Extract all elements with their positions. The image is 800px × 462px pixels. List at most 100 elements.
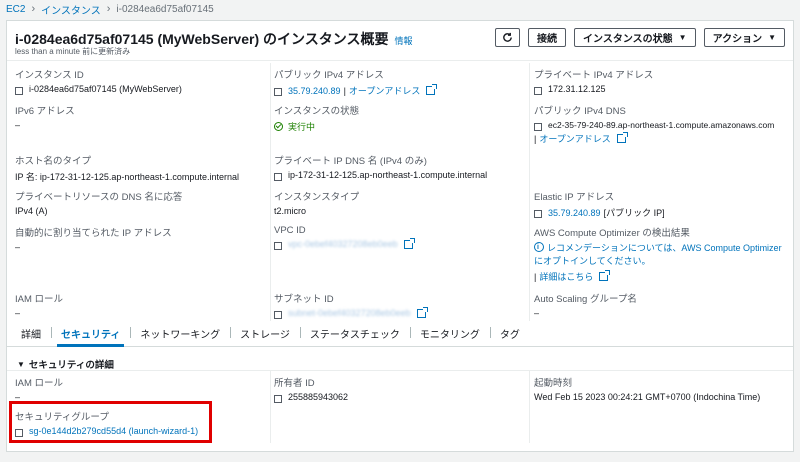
field-instance-id: インスタンス ID i-0284ea6d75af07145 (MyWebServ…	[15, 67, 182, 95]
copy-icon[interactable]	[274, 239, 284, 250]
page-title-text: i-0284ea6d75af07145 (MyWebServer) のインスタン…	[15, 31, 389, 47]
caret-down-icon: ▼	[17, 359, 25, 369]
field-value: | オープンアドレス	[534, 132, 789, 145]
field-label: ホスト名のタイプ	[15, 156, 92, 167]
subnet-id-link[interactable]: subnet-0ebef40327208eb0eeb	[288, 308, 411, 318]
private-ip-value: 172.31.12.125	[548, 84, 606, 94]
tab-networking[interactable]: ネットワーキング	[130, 326, 230, 346]
iam-role-value: –	[15, 308, 21, 318]
field-auto-ip: 自動的に割り当てられた IP アドレス –	[15, 225, 172, 252]
open-address-link[interactable]: オープンアドレス	[349, 84, 420, 97]
breadcrumb-current: i-0284ea6d75af07145	[116, 3, 214, 15]
open-address-link[interactable]: オープンアドレス	[539, 132, 610, 145]
pipe-separator: |	[534, 133, 537, 144]
field-label: プライベート IPv4 アドレス	[534, 70, 654, 81]
external-link-icon	[599, 270, 611, 281]
public-dns-value: ec2-35-79-240-89.ap-northeast-1.compute.…	[548, 120, 775, 130]
elastic-ip-suffix: [パブリック IP]	[603, 208, 665, 218]
annotation-highlight-box	[9, 401, 212, 443]
column-divider	[270, 63, 271, 321]
external-link-icon	[403, 237, 415, 249]
copy-icon[interactable]	[534, 84, 544, 95]
field-label: プライベートリソースの DNS 名に応答	[15, 192, 183, 203]
field-label: IPv6 アドレス	[15, 106, 75, 117]
field-value: ip-172-31-12-125.ap-northeast-1.compute.…	[274, 170, 487, 181]
copy-icon[interactable]	[534, 120, 544, 131]
copy-icon[interactable]	[274, 308, 284, 319]
copy-icon[interactable]	[274, 86, 284, 96]
breadcrumb-instances[interactable]: インスタンス	[41, 2, 101, 17]
field-private-dns-name: プライベート IP DNS 名 (IPv4 のみ) ip-172-31-12-1…	[274, 153, 487, 181]
copy-icon[interactable]	[274, 170, 284, 181]
vpc-id-link[interactable]: vpc-0ebef40327208eb0eeb	[288, 239, 398, 249]
field-value: 実行中	[274, 120, 359, 133]
refresh-button[interactable]	[495, 28, 521, 47]
info-circle-icon	[534, 241, 544, 254]
external-link-icon	[426, 84, 438, 95]
field-compute-optimizer: AWS Compute Optimizer の検出結果 レコメンデーションについ…	[534, 225, 789, 283]
field-label: Auto Scaling グループ名	[534, 294, 637, 305]
field-instance-state: インスタンスの状態 実行中	[274, 103, 359, 133]
divider	[7, 370, 793, 371]
instance-state-value: 実行中	[288, 122, 316, 132]
field-label: プライベート IP DNS 名 (IPv4 のみ)	[274, 156, 427, 167]
breadcrumb-ec2[interactable]: EC2	[6, 4, 25, 15]
copy-icon[interactable]	[534, 208, 544, 218]
field-label: 自動的に割り当てられた IP アドレス	[15, 228, 172, 239]
launch-time-value: Wed Feb 15 2023 00:24:21 GMT+0700 (Indoc…	[534, 392, 761, 402]
header-actions: 接続 インスタンスの状態 ▼ アクション ▼	[495, 28, 785, 47]
field-label: サブネット ID	[274, 294, 334, 305]
asg-value: –	[534, 308, 540, 318]
tab-status-checks[interactable]: ステータスチェック	[299, 326, 410, 346]
check-circle-icon	[274, 122, 283, 131]
ipv6-value: –	[15, 120, 21, 130]
tab-security[interactable]: セキュリティ	[51, 326, 130, 347]
copy-icon[interactable]	[274, 392, 284, 403]
caret-down-icon: ▼	[678, 33, 687, 42]
field-iam-role: IAM ロール –	[15, 291, 63, 318]
pipe-separator: |	[534, 271, 537, 282]
tab-monitoring[interactable]: モニタリング	[409, 326, 490, 346]
tab-tags[interactable]: タグ	[489, 326, 530, 346]
tab-details[interactable]: 詳細	[11, 326, 51, 346]
field-subnet-id: サブネット ID subnet-0ebef40327208eb0eeb	[274, 291, 428, 319]
elastic-ip-link[interactable]: 35.79.240.89	[548, 208, 601, 218]
field-value: 172.31.12.125	[534, 84, 653, 95]
field-value: i-0284ea6d75af07145 (MyWebServer)	[15, 84, 182, 95]
column-divider	[270, 371, 271, 443]
actions-dropdown[interactable]: アクション ▼	[703, 28, 785, 47]
optimizer-opt-in-link[interactable]: レコメンデーションについては、AWS Compute Optimizer にオプ…	[534, 243, 782, 266]
field-launch-time: 起動時刻 Wed Feb 15 2023 00:24:21 GMT+0700 (…	[534, 375, 760, 402]
field-label: 所有者 ID	[274, 378, 315, 389]
field-public-dns: パブリック IPv4 DNS ec2-35-79-240-89.ap-north…	[534, 103, 789, 145]
field-public-ip: パブリック IPv4 アドレス 35.79.240.89 | オープンアドレス	[274, 67, 438, 97]
security-details-toggle[interactable]: ▼ セキュリティの詳細	[17, 357, 114, 372]
connect-label: 接続	[537, 34, 558, 45]
info-link[interactable]: 情報	[394, 36, 412, 46]
field-private-ip: プライベート IPv4 アドレス 172.31.12.125	[534, 67, 654, 95]
panel-header: i-0284ea6d75af07145 (MyWebServer) のインスタン…	[7, 21, 793, 61]
last-updated: less than a minute 前に更新済み	[15, 47, 131, 56]
field-resource-dns: プライベートリソースの DNS 名に応答 IPv4 (A)	[15, 189, 182, 216]
copy-icon[interactable]	[15, 84, 25, 95]
owner-id-value: 255885943062	[288, 392, 349, 402]
field-value: 255885943062	[274, 392, 349, 403]
instance-summary-panel: i-0284ea6d75af07145 (MyWebServer) のインスタン…	[6, 20, 794, 452]
field-label: インスタンスの状態	[274, 106, 360, 117]
resource-dns-value: IPv4 (A)	[15, 206, 48, 216]
field-label: インスタンスタイプ	[274, 192, 360, 203]
tab-storage[interactable]: ストレージ	[230, 326, 300, 346]
learn-more-link[interactable]: 詳細はこちら	[539, 270, 593, 283]
field-security-iam-role: IAM ロール –	[15, 375, 63, 402]
field-vpc-id: VPC ID vpc-0ebef40327208eb0eeb	[274, 225, 415, 250]
connect-button[interactable]: 接続	[528, 28, 567, 47]
instance-state-label: インスタンスの状態	[583, 34, 673, 45]
field-label: AWS Compute Optimizer の検出結果	[534, 228, 690, 239]
section-title: セキュリティの詳細	[28, 360, 114, 371]
instance-state-dropdown[interactable]: インスタンスの状態 ▼	[574, 28, 696, 47]
field-label: IAM ロール	[15, 294, 64, 305]
breadcrumb: EC2 › インスタンス › i-0284ea6d75af07145	[6, 0, 214, 18]
field-instance-type: インスタンスタイプ t2.micro	[274, 189, 359, 216]
public-ip-link[interactable]: 35.79.240.89	[288, 86, 341, 96]
chevron-right-icon: ›	[106, 3, 111, 15]
